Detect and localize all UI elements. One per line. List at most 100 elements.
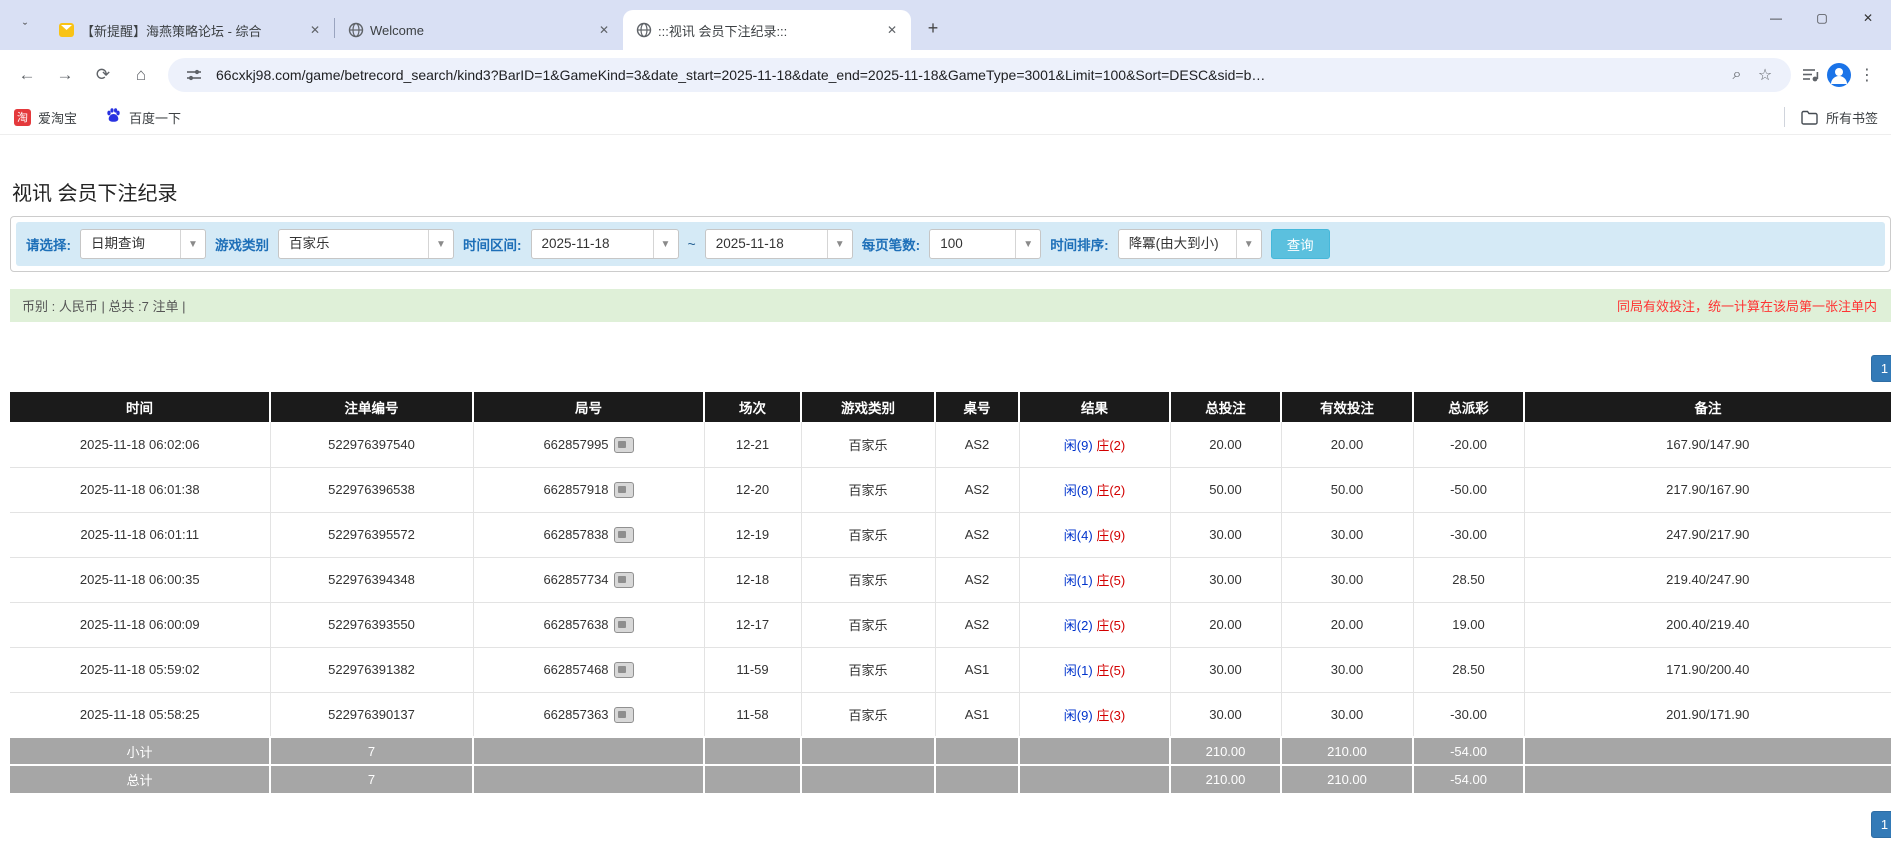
cell-table: AS2 <box>935 602 1020 648</box>
subtotal-count: 7 <box>270 736 474 765</box>
replay-icon[interactable] <box>613 526 634 543</box>
cell-result: 闲(4) 庄(9) <box>1019 512 1171 558</box>
cell-bet-id: 522976391382 <box>270 647 474 693</box>
cell-payout: 28.50 <box>1413 647 1525 693</box>
menu-icon[interactable]: ⋮ <box>1853 61 1881 89</box>
cell-total-bet[interactable]: 50.00 <box>1170 467 1282 513</box>
back-icon[interactable]: ← <box>10 58 44 92</box>
cell-note: 171.90/200.40 <box>1524 647 1891 693</box>
close-icon[interactable]: ✕ <box>595 21 613 39</box>
col-valid-bet: 有效投注 <box>1281 392 1414 422</box>
tab-bet-records-active[interactable]: :::视讯 会员下注纪录::: ✕ <box>623 10 911 50</box>
cell-total-bet[interactable]: 30.00 <box>1170 557 1282 603</box>
cell-total-bet[interactable]: 30.00 <box>1170 512 1282 558</box>
close-icon[interactable]: ✕ <box>883 21 901 39</box>
page-1-button[interactable]: 1 <box>1871 355 1891 382</box>
cell-result: 闲(8) 庄(2) <box>1019 467 1171 513</box>
replay-icon[interactable] <box>613 661 634 678</box>
bookmark-label: 爱淘宝 <box>38 110 78 126</box>
bookmark-star-icon[interactable]: ☆ <box>1751 61 1779 89</box>
zoom-icon[interactable]: ⌕ <box>1723 61 1751 89</box>
col-note: 备注 <box>1524 392 1891 422</box>
tab-strip: ˇ 【新提醒】海燕策略论坛 - 综合 ✕ Welcome ✕ :::视讯 会员下… <box>0 0 1891 50</box>
bookmark-baidu[interactable]: 百度一下 <box>105 107 181 127</box>
page-size-select[interactable]: 100 ▼ <box>929 229 1042 259</box>
cell-result: 闲(1) 庄(5) <box>1019 647 1171 693</box>
cell-note: 200.40/219.40 <box>1524 602 1891 648</box>
col-time: 时间 <box>10 392 271 422</box>
all-bookmarks-button[interactable]: 所有书签 <box>1801 108 1891 127</box>
date-start-select[interactable]: 2025-11-18 ▼ <box>530 229 679 259</box>
cell-payout: -30.00 <box>1413 512 1525 558</box>
cell-total-bet[interactable]: 30.00 <box>1170 647 1282 693</box>
replay-icon[interactable] <box>613 706 634 723</box>
cell-time: 2025-11-18 05:58:25 <box>10 692 271 738</box>
replay-icon[interactable] <box>613 481 634 498</box>
profile-avatar[interactable] <box>1825 61 1853 89</box>
total-payout: -54.00 <box>1413 764 1525 793</box>
cell-result: 闲(9) 庄(3) <box>1019 692 1171 738</box>
reload-icon[interactable]: ⟳ <box>86 58 120 92</box>
url-text[interactable]: 66cxkj98.com/game/betrecord_search/kind3… <box>216 67 1723 83</box>
taobao-icon: 淘 <box>14 108 31 126</box>
table-row: 2025-11-18 06:01:11 522976395572 662857838… <box>10 512 1891 558</box>
cell-bet-id: 522976395572 <box>270 512 474 558</box>
tab-search-button[interactable]: ˇ <box>10 12 40 42</box>
minimize-button[interactable]: — <box>1753 0 1799 36</box>
col-payout: 总派彩 <box>1413 392 1525 422</box>
cell-total-bet[interactable]: 20.00 <box>1170 602 1282 648</box>
bookmark-aitaobao[interactable]: 淘 爱淘宝 <box>14 108 77 127</box>
table-footer: 小计 7 210.00 210.00 -54.00 总计 7 210.00 21… <box>10 736 1891 793</box>
replay-icon[interactable] <box>613 616 634 633</box>
chevron-down-icon[interactable]: ▼ <box>428 230 453 258</box>
chevron-down-icon[interactable]: ▼ <box>1235 230 1261 258</box>
cell-total-bet[interactable]: 20.00 <box>1170 422 1282 468</box>
cell-valid-bet: 30.00 <box>1281 692 1414 738</box>
address-bar[interactable]: 66cxkj98.com/game/betrecord_search/kind3… <box>168 58 1791 92</box>
home-icon[interactable]: ⌂ <box>124 58 158 92</box>
date-end-select[interactable]: 2025-11-18 ▼ <box>704 229 853 259</box>
chevron-down-icon[interactable]: ▼ <box>180 230 205 258</box>
cell-result: 闲(9) 庄(2) <box>1019 422 1171 468</box>
site-settings-icon[interactable] <box>180 61 208 89</box>
cell-table: AS1 <box>935 692 1020 738</box>
cell-payout: -20.00 <box>1413 422 1525 468</box>
page-1-button[interactable]: 1 <box>1871 811 1891 838</box>
cell-table: AS2 <box>935 512 1020 558</box>
game-type-value: 百家乐 <box>289 236 330 251</box>
query-type-value: 日期查询 <box>91 236 145 251</box>
total-count: 7 <box>270 764 474 793</box>
tab-forum[interactable]: 【新提醒】海燕策略论坛 - 综合 ✕ <box>46 10 334 50</box>
col-session: 场次 <box>704 392 802 422</box>
cell-round: 662857918 <box>473 467 705 513</box>
cell-round: 662857734 <box>473 557 705 603</box>
cell-game-type: 百家乐 <box>801 647 936 693</box>
forward-icon[interactable]: → <box>48 58 82 92</box>
cell-round: 662857638 <box>473 602 705 648</box>
replay-icon[interactable] <box>613 571 634 588</box>
total-label: 总计 <box>10 764 271 793</box>
table-row: 2025-11-18 06:02:06 522976397540 662857995… <box>10 422 1891 468</box>
col-game-type: 游戏类别 <box>801 392 936 422</box>
cell-bet-id: 522976390137 <box>270 692 474 738</box>
window-close-button[interactable]: ✕ <box>1845 0 1891 36</box>
subtotal-row: 小计 7 210.00 210.00 -54.00 <box>10 736 1891 765</box>
chevron-down-icon[interactable]: ▼ <box>826 230 852 258</box>
close-icon[interactable]: ✕ <box>306 21 324 39</box>
cell-bet-id: 522976394348 <box>270 557 474 603</box>
search-button[interactable]: 查询 <box>1270 229 1330 259</box>
sort-select[interactable]: 降冪(由大到小) ▼ <box>1117 229 1262 259</box>
cell-total-bet[interactable]: 30.00 <box>1170 692 1282 738</box>
maximize-button[interactable]: ▢ <box>1799 0 1845 36</box>
query-type-select[interactable]: 日期查询 ▼ <box>80 229 206 259</box>
game-type-select[interactable]: 百家乐 ▼ <box>278 229 454 259</box>
new-tab-button[interactable]: + <box>919 14 947 42</box>
tab-welcome[interactable]: Welcome ✕ <box>335 10 623 50</box>
media-controls-icon[interactable] <box>1797 61 1825 89</box>
chevron-down-icon[interactable]: ▼ <box>1015 230 1040 258</box>
replay-icon[interactable] <box>613 436 634 453</box>
cell-note: 247.90/217.90 <box>1524 512 1891 558</box>
cell-time: 2025-11-18 06:02:06 <box>10 422 271 468</box>
game-type-label: 游戏类别 <box>215 238 269 253</box>
chevron-down-icon[interactable]: ▼ <box>652 230 678 258</box>
